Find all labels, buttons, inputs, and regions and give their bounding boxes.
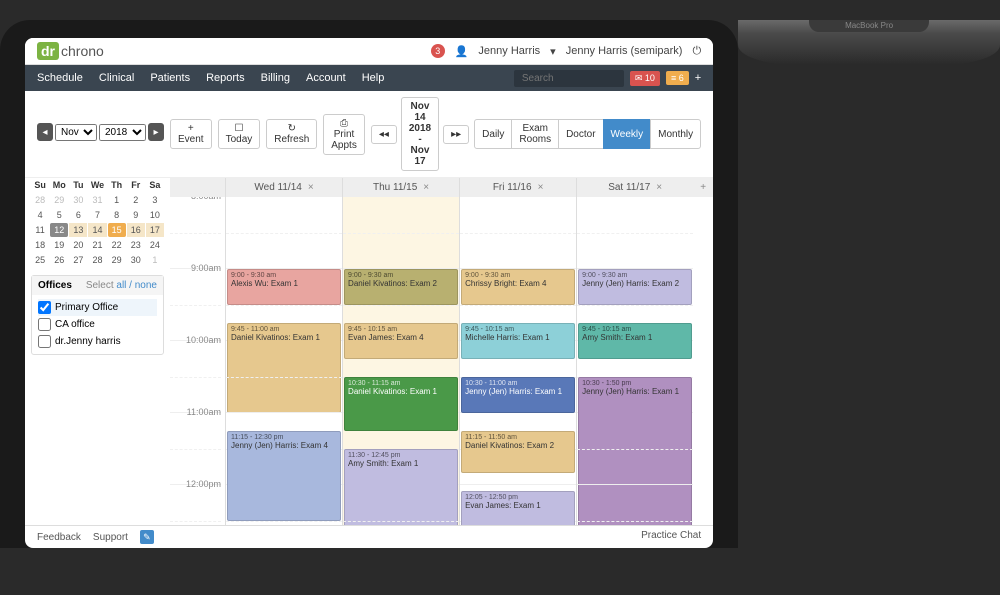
nav-billing[interactable]: Billing: [261, 72, 290, 84]
offices-panel: Offices Select all / none Primary Office…: [31, 275, 164, 355]
day-column[interactable]: 9:00 - 9:30 amJenny (Jen) Harris: Exam 2…: [576, 197, 693, 525]
month-select[interactable]: Nov: [55, 124, 97, 141]
inbox-icon[interactable]: ✉ 10: [630, 71, 660, 86]
feedback-link[interactable]: Feedback: [37, 532, 81, 543]
close-icon[interactable]: ×: [656, 182, 662, 193]
logo[interactable]: drchrono: [37, 42, 104, 60]
alerts-icon[interactable]: ≡ 6: [666, 71, 689, 85]
print-button[interactable]: ⎙ Print Appts: [323, 114, 365, 155]
power-icon[interactable]: ⏻: [692, 45, 701, 58]
nav-help[interactable]: Help: [362, 72, 385, 84]
date-range[interactable]: Nov 14 2018 - Nov 17: [401, 97, 439, 171]
prev-month-button[interactable]: ◂: [37, 123, 53, 141]
office-checkbox[interactable]: [38, 318, 51, 331]
calendar-grid: Wed 11/14× Thu 11/15× Fri 11/16× Sat 11/…: [170, 178, 713, 525]
edit-icon[interactable]: ✎: [140, 530, 154, 544]
appointment[interactable]: 11:15 - 11:50 amDaniel Kivatinos: Exam 2: [461, 431, 575, 473]
appointment[interactable]: 9:00 - 9:30 amChrissy Bright: Exam 4: [461, 269, 575, 305]
nav-clinical[interactable]: Clinical: [99, 72, 134, 84]
next-range-button[interactable]: ▸▸: [443, 125, 469, 144]
view-doctor[interactable]: Doctor: [558, 119, 603, 149]
select-all-link[interactable]: all: [116, 280, 126, 291]
appointment[interactable]: 10:30 - 11:00 amJenny (Jen) Harris: Exam…: [461, 377, 575, 413]
day-header: Fri 11/16×: [459, 178, 576, 197]
day-column[interactable]: 9:00 - 9:30 amDaniel Kivatinos: Exam 29:…: [342, 197, 459, 525]
today-button[interactable]: ☐ Today: [218, 119, 261, 149]
nav-schedule[interactable]: Schedule: [37, 72, 83, 84]
appointment[interactable]: 9:00 - 9:30 amJenny (Jen) Harris: Exam 2: [578, 269, 692, 305]
main-nav: Schedule Clinical Patients Reports Billing Ac…: [25, 65, 713, 91]
sidebar: SuMoTuWeThFrSa28293031123456789101112131…: [25, 178, 170, 525]
close-icon[interactable]: ×: [423, 182, 429, 193]
select-none-link[interactable]: none: [135, 280, 157, 291]
next-month-button[interactable]: ▸: [148, 123, 164, 141]
prev-range-button[interactable]: ◂◂: [371, 125, 397, 144]
notification-badge[interactable]: 3: [431, 44, 445, 58]
user-menu[interactable]: Jenny Harris: [478, 45, 540, 57]
nav-patients[interactable]: Patients: [150, 72, 190, 84]
add-day-button[interactable]: +: [693, 178, 713, 197]
close-icon[interactable]: ×: [308, 182, 314, 193]
user-icon: 👤: [455, 45, 469, 58]
appointment[interactable]: 9:00 - 9:30 amDaniel Kivatinos: Exam 2: [344, 269, 458, 305]
toolbar: ◂ Nov 2018 ▸ + Event ☐ Today ↻ Refresh ⎙…: [25, 91, 713, 178]
refresh-button[interactable]: ↻ Refresh: [266, 119, 317, 149]
support-link[interactable]: Support: [93, 532, 128, 543]
office-checkbox[interactable]: [38, 335, 51, 348]
mini-calendar[interactable]: SuMoTuWeThFrSa28293031123456789101112131…: [31, 178, 164, 267]
search-input[interactable]: [514, 70, 624, 87]
top-bar: drchrono 3 👤 Jenny Harris▾ Jenny Harris …: [25, 38, 713, 65]
day-header: Sat 11/17×: [576, 178, 693, 197]
practice-chat-link[interactable]: Practice Chat: [641, 530, 701, 544]
year-select[interactable]: 2018: [99, 124, 146, 141]
add-icon[interactable]: +: [695, 72, 701, 84]
view-monthly[interactable]: Monthly: [650, 119, 701, 149]
view-weekly[interactable]: Weekly: [603, 119, 652, 149]
laptop-base: MacBook Pro: [809, 20, 929, 32]
day-header: Wed 11/14×: [225, 178, 342, 197]
nav-reports[interactable]: Reports: [206, 72, 245, 84]
appointment[interactable]: 9:00 - 9:30 amAlexis Wu: Exam 1: [227, 269, 341, 305]
view-exam-rooms[interactable]: Exam Rooms: [511, 119, 559, 149]
day-column[interactable]: 9:00 - 9:30 amChrissy Bright: Exam 49:45…: [459, 197, 576, 525]
nav-account[interactable]: Account: [306, 72, 346, 84]
view-daily[interactable]: Daily: [474, 119, 512, 149]
day-header: Thu 11/15×: [342, 178, 459, 197]
office-checkbox[interactable]: [38, 301, 51, 314]
footer: Feedback Support ✎ Practice Chat: [25, 525, 713, 548]
close-icon[interactable]: ×: [538, 182, 544, 193]
account-menu[interactable]: Jenny Harris (semipark): [566, 45, 683, 57]
add-event-button[interactable]: + Event: [170, 119, 212, 149]
day-column[interactable]: 9:00 - 9:30 amAlexis Wu: Exam 19:45 - 11…: [225, 197, 342, 525]
appointment[interactable]: 12:05 - 12:50 pmEvan James: Exam 1: [461, 491, 575, 525]
